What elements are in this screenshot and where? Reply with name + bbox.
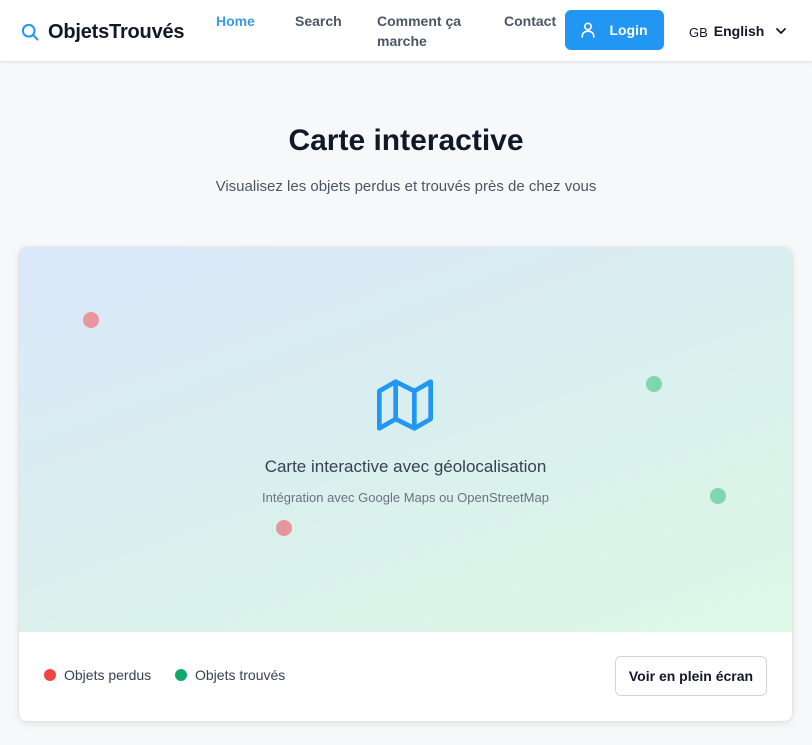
nav-contact[interactable]: Contact xyxy=(504,11,556,31)
lost-item-marker[interactable] xyxy=(83,312,99,328)
map-subtitle: Intégration avec Google Maps ou OpenStre… xyxy=(262,490,549,505)
legend-found-label: Objets trouvés xyxy=(195,667,286,683)
nav-how-it-works-line2: marche xyxy=(377,33,427,49)
nav-how-it-works-line1: Comment ça xyxy=(377,13,462,29)
lost-item-marker[interactable] xyxy=(276,520,292,536)
page-subtitle: Visualisez les objets perdus et trouvés … xyxy=(215,178,597,195)
legend-found: Objets trouvés xyxy=(175,667,285,683)
legend-lost-label: Objets perdus xyxy=(64,667,152,683)
brand-name: ObjetsTrouvés xyxy=(48,20,185,43)
login-button[interactable]: Login xyxy=(565,10,664,50)
language-selector[interactable]: GB English xyxy=(689,20,788,42)
map-placeholder[interactable]: Carte interactive avec géolocalisation I… xyxy=(19,247,792,632)
fullscreen-label: Voir en plein écran xyxy=(628,668,754,684)
top-navbar: ObjetsTrouvés Home Search Comment ça mar… xyxy=(0,0,812,62)
nav-how-it-works[interactable]: Comment ça marche xyxy=(377,11,461,51)
map-card: Carte interactive avec géolocalisation I… xyxy=(19,247,792,721)
page-title: Carte interactive xyxy=(288,124,524,157)
found-legend-dot xyxy=(175,669,187,681)
fullscreen-button[interactable]: Voir en plein écran xyxy=(615,656,767,696)
legend-lost: Objets perdus xyxy=(44,667,151,683)
chevron-down-icon xyxy=(776,28,787,34)
flag-gb: GB xyxy=(689,25,708,40)
found-item-marker[interactable] xyxy=(646,376,662,392)
brand-logo[interactable]: ObjetsTrouvés xyxy=(20,18,185,46)
search-icon xyxy=(21,23,39,41)
nav-home[interactable]: Home xyxy=(216,11,255,31)
language-label: English xyxy=(713,23,765,39)
nav-search[interactable]: Search xyxy=(295,11,342,31)
user-icon xyxy=(581,22,596,38)
login-label: Login xyxy=(609,22,648,38)
map-icon xyxy=(377,379,433,431)
map-title: Carte interactive avec géolocalisation xyxy=(264,457,547,476)
lost-legend-dot xyxy=(44,669,56,681)
